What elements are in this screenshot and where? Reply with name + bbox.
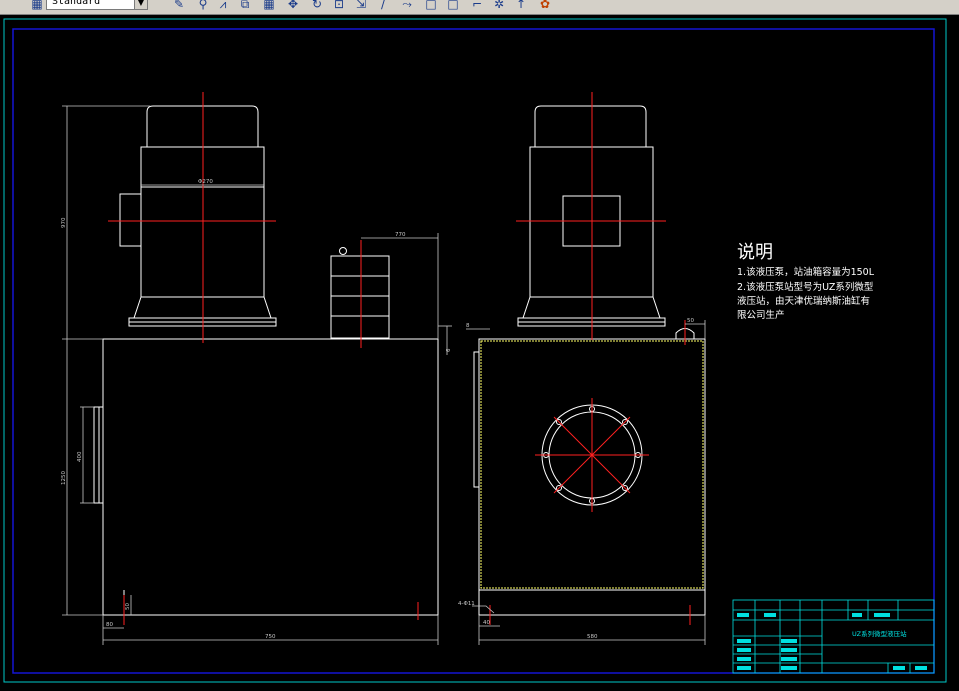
fillet-icon[interactable]: ⌐: [470, 0, 484, 11]
chamfer-icon[interactable]: □: [446, 0, 460, 11]
label-window: 400: [77, 451, 83, 462]
pointer-icon[interactable]: ↑: [514, 0, 528, 11]
label-left-margin: 80: [106, 622, 113, 628]
drawing-canvas[interactable]: Φ270 770 970 1250 400 750 80 50 6 580 40…: [0, 15, 959, 687]
front-view: [93, 105, 439, 616]
array-icon[interactable]: ▦: [262, 0, 276, 11]
front-dim-labels: Φ270 770 970 1250 400 750 80 50 6: [61, 179, 452, 640]
notes-title: 说明: [737, 242, 773, 263]
tb-cell-text: [874, 613, 890, 617]
side-view: [473, 105, 706, 616]
label-top-gap: 6: [446, 348, 452, 352]
hole-leader: [472, 605, 495, 614]
note-line: 液压站，由天津优瑞纳斯油缸有: [737, 295, 870, 307]
junction-box: [119, 193, 142, 247]
side-centerlines: [489, 92, 691, 625]
tb-cell-text: [781, 657, 797, 661]
tb-cell-text: [893, 666, 905, 670]
note-line: 2.该液压泵站型号为UZ系列微型: [737, 281, 874, 293]
tank-front: [102, 338, 439, 616]
tank-side-base: [478, 589, 706, 616]
label-lid-gap: 8: [466, 323, 470, 329]
copy-icon[interactable]: ⚲: [196, 0, 210, 11]
tb-cell-text: [737, 639, 751, 643]
chevron-down-icon[interactable]: ▼: [134, 0, 147, 9]
trim-icon[interactable]: /: [376, 0, 390, 11]
toolbar: ▦ Standard ▼ ✎ ⚲ ⩘ ⧉ ▦ ✥ ↻ ⊡ ⇲ / ⤳ □ □ ⌐…: [0, 0, 959, 15]
side-dim-labels: 580 40 50 8 4-Φ11: [458, 318, 694, 640]
note-line: 1.该液压泵，站油箱容量为150L: [737, 266, 875, 278]
label-side-top: 50: [687, 318, 694, 324]
offset-icon[interactable]: ⧉: [238, 0, 252, 11]
tb-cell-text: [737, 666, 751, 670]
title-block-title: UZ系列微型液压站: [852, 629, 907, 638]
tb-cell-text: [852, 613, 862, 617]
tb-cell-text: [764, 613, 776, 617]
filter-unit: [330, 255, 390, 339]
scale-icon[interactable]: ⊡: [332, 0, 346, 11]
label-total-height: 970: [61, 217, 67, 228]
text-style-select[interactable]: Standard ▼: [46, 0, 148, 10]
label-bottom-gap: 50: [125, 603, 131, 610]
filter-cap: [339, 247, 347, 255]
tb-cell-text: [781, 648, 797, 652]
explode-icon[interactable]: ✲: [492, 0, 506, 11]
side-dimensions: [466, 320, 706, 645]
notes-list: 1.该液压泵，站油箱容量为150L 2.该液压泵站型号为UZ系列微型 液压站，由…: [737, 266, 875, 321]
text-style-icon[interactable]: ▦: [30, 0, 44, 11]
break-icon[interactable]: □: [424, 0, 438, 11]
inner-frame: [12, 28, 935, 674]
side-motor-cap: [534, 105, 647, 147]
move-icon[interactable]: ✥: [286, 0, 300, 11]
properties-icon[interactable]: ✿: [538, 0, 552, 11]
label-tank-width: 750: [265, 634, 276, 640]
front-centerlines: [108, 92, 419, 625]
label-tank-height: 1250: [61, 471, 67, 485]
title-block-cells: [737, 613, 927, 670]
tank-side-plate: [473, 351, 480, 488]
tb-cell-text: [781, 666, 797, 670]
tb-cell-text: [781, 639, 797, 643]
tb-cell-text: [737, 648, 751, 652]
label-gauge: 770: [395, 232, 406, 238]
cad-drawing: Φ270 770 970 1250 400 750 80 50 6 580 40…: [3, 18, 947, 683]
text-style-value: Standard: [52, 0, 101, 7]
label-motor-width: Φ270: [198, 179, 213, 185]
rotate-icon[interactable]: ↻: [310, 0, 324, 11]
tb-cell-text: [915, 666, 927, 670]
tb-cell-text: [737, 657, 751, 661]
eraser-icon[interactable]: ✎: [172, 0, 186, 11]
label-side-width: 580: [587, 634, 598, 640]
label-side-foot: 40: [483, 620, 490, 626]
tb-cell-text: [737, 613, 749, 617]
stretch-icon[interactable]: ⇲: [354, 0, 368, 11]
outer-frame: [3, 18, 947, 683]
label-hole-note: 4-Φ11: [458, 601, 475, 607]
extend-icon[interactable]: ⤳: [400, 0, 414, 11]
note-line: 限公司生产: [737, 309, 785, 321]
mirror-icon[interactable]: ⩘: [216, 0, 230, 11]
